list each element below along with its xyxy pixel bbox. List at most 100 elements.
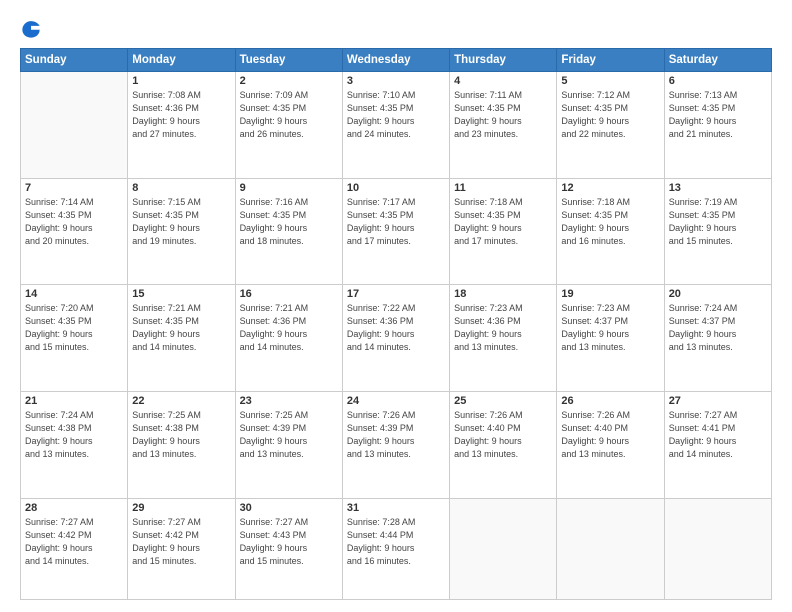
day-number: 29 [132, 502, 230, 514]
day-info: Sunrise: 7:12 AMSunset: 4:35 PMDaylight:… [561, 89, 659, 141]
logo-icon [20, 18, 42, 40]
day-info: Sunrise: 7:25 AMSunset: 4:39 PMDaylight:… [240, 409, 338, 461]
day-number: 2 [240, 75, 338, 87]
day-info: Sunrise: 7:28 AMSunset: 4:44 PMDaylight:… [347, 516, 445, 568]
col-header-wednesday: Wednesday [342, 49, 449, 72]
header [20, 18, 772, 40]
day-info: Sunrise: 7:24 AMSunset: 4:38 PMDaylight:… [25, 409, 123, 461]
day-info: Sunrise: 7:24 AMSunset: 4:37 PMDaylight:… [669, 302, 767, 354]
day-info: Sunrise: 7:10 AMSunset: 4:35 PMDaylight:… [347, 89, 445, 141]
day-info: Sunrise: 7:26 AMSunset: 4:40 PMDaylight:… [561, 409, 659, 461]
day-number: 26 [561, 395, 659, 407]
day-info: Sunrise: 7:14 AMSunset: 4:35 PMDaylight:… [25, 196, 123, 248]
day-number: 8 [132, 182, 230, 194]
calendar-cell: 15 Sunrise: 7:21 AMSunset: 4:35 PMDayligh… [128, 285, 235, 392]
day-number: 27 [669, 395, 767, 407]
calendar-cell: 19 Sunrise: 7:23 AMSunset: 4:37 PMDayligh… [557, 285, 664, 392]
calendar-cell: 13 Sunrise: 7:19 AMSunset: 4:35 PMDayligh… [664, 178, 771, 285]
day-number: 15 [132, 288, 230, 300]
day-info: Sunrise: 7:27 AMSunset: 4:42 PMDaylight:… [132, 516, 230, 568]
calendar-cell: 3Sunrise: 7:10 AMSunset: 4:35 PMDaylight… [342, 72, 449, 179]
calendar-cell [557, 498, 664, 600]
day-info: Sunrise: 7:20 AMSunset: 4:35 PMDaylight:… [25, 302, 123, 354]
calendar-week-5: 28Sunrise: 7:27 AMSunset: 4:42 PMDayligh… [21, 498, 772, 600]
day-number: 16 [240, 288, 338, 300]
day-info: Sunrise: 7:23 AMSunset: 4:37 PMDaylight:… [561, 302, 659, 354]
calendar-cell: 9Sunrise: 7:16 AMSunset: 4:35 PMDaylight… [235, 178, 342, 285]
day-info: Sunrise: 7:11 AMSunset: 4:35 PMDaylight:… [454, 89, 552, 141]
calendar-cell: 12 Sunrise: 7:18 AMSunset: 4:35 PMDayligh… [557, 178, 664, 285]
day-info: Sunrise: 7:09 AMSunset: 4:35 PMDaylight:… [240, 89, 338, 141]
day-info: Sunrise: 7:27 AMSunset: 4:43 PMDaylight:… [240, 516, 338, 568]
day-info: Sunrise: 7:13 AMSunset: 4:35 PMDaylight:… [669, 89, 767, 141]
day-number: 21 [25, 395, 123, 407]
calendar-cell: 29 Sunrise: 7:27 AMSunset: 4:42 PMDayligh… [128, 498, 235, 600]
day-info: Sunrise: 7:15 AMSunset: 4:35 PMDaylight:… [132, 196, 230, 248]
day-info: Sunrise: 7:21 AMSunset: 4:36 PMDaylight:… [240, 302, 338, 354]
calendar-cell: 26 Sunrise: 7:26 AMSunset: 4:40 PMDayligh… [557, 391, 664, 498]
day-number: 25 [454, 395, 552, 407]
calendar-cell: 30 Sunrise: 7:27 AMSunset: 4:43 PMDayligh… [235, 498, 342, 600]
calendar-cell [450, 498, 557, 600]
day-number: 24 [347, 395, 445, 407]
col-header-monday: Monday [128, 49, 235, 72]
calendar-week-2: 7Sunrise: 7:14 AMSunset: 4:35 PMDaylight… [21, 178, 772, 285]
calendar-cell: 24 Sunrise: 7:26 AMSunset: 4:39 PMDayligh… [342, 391, 449, 498]
day-number: 30 [240, 502, 338, 514]
calendar-cell: 20 Sunrise: 7:24 AMSunset: 4:37 PMDayligh… [664, 285, 771, 392]
col-header-saturday: Saturday [664, 49, 771, 72]
calendar-week-3: 14 Sunrise: 7:20 AMSunset: 4:35 PMDayligh… [21, 285, 772, 392]
logo [20, 18, 44, 40]
calendar-cell: 16 Sunrise: 7:21 AMSunset: 4:36 PMDayligh… [235, 285, 342, 392]
day-number: 5 [561, 75, 659, 87]
day-info: Sunrise: 7:18 AMSunset: 4:35 PMDaylight:… [561, 196, 659, 248]
day-info: Sunrise: 7:22 AMSunset: 4:36 PMDaylight:… [347, 302, 445, 354]
day-number: 12 [561, 182, 659, 194]
calendar-cell: 18Sunrise: 7:23 AMSunset: 4:36 PMDayligh… [450, 285, 557, 392]
calendar-cell: 2 Sunrise: 7:09 AMSunset: 4:35 PMDaylight… [235, 72, 342, 179]
calendar-header-row: SundayMondayTuesdayWednesdayThursdayFrid… [21, 49, 772, 72]
day-number: 13 [669, 182, 767, 194]
day-info: Sunrise: 7:08 AMSunset: 4:36 PMDaylight:… [132, 89, 230, 141]
calendar-cell: 31 Sunrise: 7:28 AMSunset: 4:44 PMDayligh… [342, 498, 449, 600]
day-number: 23 [240, 395, 338, 407]
day-number: 11 [454, 182, 552, 194]
day-number: 17 [347, 288, 445, 300]
calendar-cell: 6 Sunrise: 7:13 AMSunset: 4:35 PMDaylight… [664, 72, 771, 179]
day-number: 20 [669, 288, 767, 300]
calendar-cell: 25 Sunrise: 7:26 AMSunset: 4:40 PMDayligh… [450, 391, 557, 498]
day-number: 6 [669, 75, 767, 87]
calendar-cell: 22Sunrise: 7:25 AMSunset: 4:38 PMDayligh… [128, 391, 235, 498]
calendar-cell: 1 Sunrise: 7:08 AMSunset: 4:36 PMDaylight… [128, 72, 235, 179]
day-number: 4 [454, 75, 552, 87]
calendar-week-4: 21 Sunrise: 7:24 AMSunset: 4:38 PMDayligh… [21, 391, 772, 498]
calendar-cell: 14 Sunrise: 7:20 AMSunset: 4:35 PMDayligh… [21, 285, 128, 392]
calendar-cell: 28Sunrise: 7:27 AMSunset: 4:42 PMDayligh… [21, 498, 128, 600]
day-number: 14 [25, 288, 123, 300]
day-number: 19 [561, 288, 659, 300]
calendar-cell: 11Sunrise: 7:18 AMSunset: 4:35 PMDayligh… [450, 178, 557, 285]
calendar-cell: 4 Sunrise: 7:11 AMSunset: 4:35 PMDaylight… [450, 72, 557, 179]
day-info: Sunrise: 7:27 AMSunset: 4:42 PMDaylight:… [25, 516, 123, 568]
calendar-table: SundayMondayTuesdayWednesdayThursdayFrid… [20, 48, 772, 600]
day-info: Sunrise: 7:16 AMSunset: 4:35 PMDaylight:… [240, 196, 338, 248]
calendar-cell: 10Sunrise: 7:17 AMSunset: 4:35 PMDayligh… [342, 178, 449, 285]
calendar-cell: 8 Sunrise: 7:15 AMSunset: 4:35 PMDaylight… [128, 178, 235, 285]
calendar-cell: 23 Sunrise: 7:25 AMSunset: 4:39 PMDayligh… [235, 391, 342, 498]
day-info: Sunrise: 7:26 AMSunset: 4:40 PMDaylight:… [454, 409, 552, 461]
day-number: 10 [347, 182, 445, 194]
calendar-cell [21, 72, 128, 179]
day-info: Sunrise: 7:26 AMSunset: 4:39 PMDaylight:… [347, 409, 445, 461]
day-info: Sunrise: 7:23 AMSunset: 4:36 PMDaylight:… [454, 302, 552, 354]
page: SundayMondayTuesdayWednesdayThursdayFrid… [0, 0, 792, 612]
day-number: 1 [132, 75, 230, 87]
day-info: Sunrise: 7:21 AMSunset: 4:35 PMDaylight:… [132, 302, 230, 354]
col-header-thursday: Thursday [450, 49, 557, 72]
calendar-cell: 27Sunrise: 7:27 AMSunset: 4:41 PMDayligh… [664, 391, 771, 498]
col-header-sunday: Sunday [21, 49, 128, 72]
calendar-week-1: 1 Sunrise: 7:08 AMSunset: 4:36 PMDaylight… [21, 72, 772, 179]
day-number: 22 [132, 395, 230, 407]
day-info: Sunrise: 7:19 AMSunset: 4:35 PMDaylight:… [669, 196, 767, 248]
day-number: 31 [347, 502, 445, 514]
calendar-cell: 21 Sunrise: 7:24 AMSunset: 4:38 PMDayligh… [21, 391, 128, 498]
